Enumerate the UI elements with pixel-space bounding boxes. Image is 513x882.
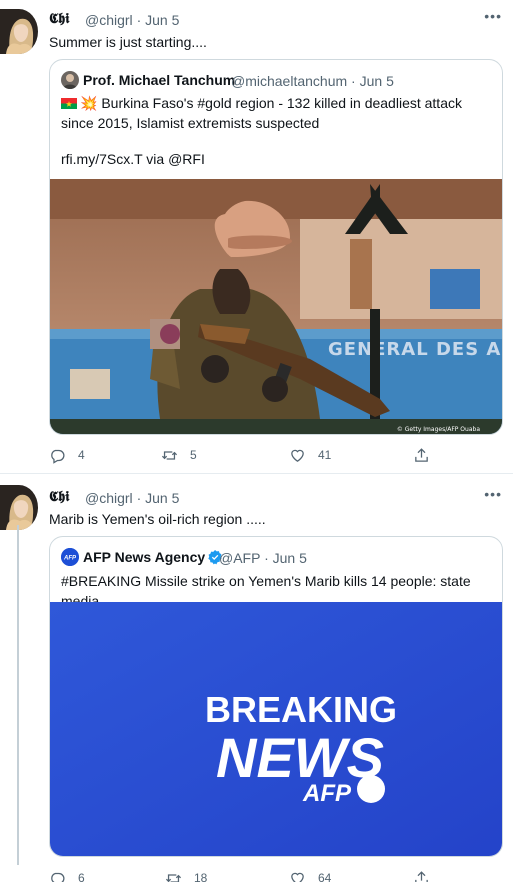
tweet-actions: 4 5 41: [49, 445, 503, 465]
reply-button[interactable]: 6: [49, 868, 85, 882]
afp-dot: [357, 775, 385, 803]
afp-brand-text: AFP: [302, 780, 352, 807]
tweet-time[interactable]: Jun 5: [145, 12, 179, 28]
author-meta: @chigrl · Jun 5: [85, 12, 179, 28]
avatar[interactable]: [0, 9, 38, 54]
quoted-tweet-text: 💥 Burkina Faso's #gold region - 132 kill…: [61, 95, 462, 131]
like-icon: [291, 449, 304, 462]
like-icon: [291, 872, 304, 882]
quoted-tweet[interactable]: AFP AFP News Agency @AFP · Jun 5 #BREAKI…: [49, 536, 503, 857]
breaking-text: BREAKING: [205, 689, 397, 730]
like-button[interactable]: 41: [289, 445, 331, 465]
author-handle[interactable]: @chigrl: [85, 490, 133, 506]
author-name[interactable]: 𝕮𝖍𝖎: [49, 11, 69, 27]
news-text: NEWS: [216, 726, 384, 789]
svg-text:AFP: AFP: [63, 556, 77, 562]
collision-emoji-icon: 💥: [80, 95, 98, 111]
tweet-actions: 6 18 64: [49, 868, 503, 882]
reply-count: 6: [78, 871, 85, 882]
avatar[interactable]: [0, 485, 38, 530]
like-button[interactable]: 64: [289, 868, 331, 882]
more-icon[interactable]: •••: [484, 486, 502, 502]
wall-lettering: GENERAL DES AR: [328, 339, 503, 360]
tweet-media-image[interactable]: GENERAL DES AR © Getty Images/AFP Ouaba: [50, 179, 503, 434]
quoted-author-name: Prof. Michael Tanchum: [83, 72, 236, 88]
retweet-button[interactable]: 5: [161, 445, 197, 465]
quoted-author-handle: @AFP: [219, 550, 261, 566]
retweet-count: 5: [190, 448, 197, 462]
quoted-author-meta: @AFP · Jun 5: [219, 550, 307, 566]
breaking-news-image[interactable]: BREAKING NEWS AFP: [50, 602, 502, 856]
reply-icon: [51, 872, 65, 882]
quoted-author-meta: @michaeltanchum · Jun 5: [231, 73, 394, 89]
separator-dot: ·: [136, 12, 146, 28]
quoted-tweet-time: Jun 5: [272, 550, 307, 566]
quoted-author-name: AFP News Agency: [83, 549, 223, 565]
quoted-author-handle: @michaeltanchum: [231, 73, 348, 89]
retweet-icon: [161, 450, 178, 460]
share-icon: [415, 447, 428, 462]
quoted-tweet-link: rfi.my/7Scx.T via @RFI: [61, 151, 205, 167]
share-button[interactable]: [413, 445, 442, 465]
author-meta: @chigrl · Jun 5: [85, 490, 180, 506]
author-handle[interactable]: @chigrl: [85, 12, 133, 28]
like-count: 41: [318, 448, 332, 462]
tweet[interactable]: 𝕮𝖍𝖎 @chigrl · Jun 5 ••• Summer is just s…: [0, 0, 513, 474]
avatar: [61, 71, 79, 89]
author-name[interactable]: 𝕮𝖍𝖎: [49, 489, 69, 505]
tweet-text: Summer is just starting....: [49, 34, 207, 50]
share-button[interactable]: [413, 868, 442, 882]
reply-count: 4: [78, 448, 85, 462]
share-icon: [415, 870, 428, 882]
retweet-count: 18: [194, 871, 208, 882]
retweet-button[interactable]: 18: [165, 868, 207, 882]
like-count: 64: [318, 871, 332, 882]
burkina-faso-flag-icon: [61, 98, 77, 109]
reply-icon: [51, 449, 65, 464]
retweet-icon: [165, 873, 182, 882]
tweet-time[interactable]: Jun 5: [145, 490, 179, 506]
quoted-tweet[interactable]: Prof. Michael Tanchum @michaeltanchum · …: [49, 59, 503, 435]
tweet-text: Marib is Yemen's oil-rich region .....: [49, 511, 266, 527]
quoted-tweet-time: Jun 5: [359, 73, 394, 89]
more-icon[interactable]: •••: [484, 8, 502, 24]
afp-logo-avatar: AFP: [61, 548, 79, 566]
reply-button[interactable]: 4: [49, 445, 85, 465]
thread-line: [17, 525, 19, 865]
tweet[interactable]: 𝕮𝖍𝖎 @chigrl · Jun 5 ••• Marib is Yemen's…: [0, 475, 513, 882]
image-credit: © Getty Images/AFP Ouaba: [397, 426, 480, 433]
